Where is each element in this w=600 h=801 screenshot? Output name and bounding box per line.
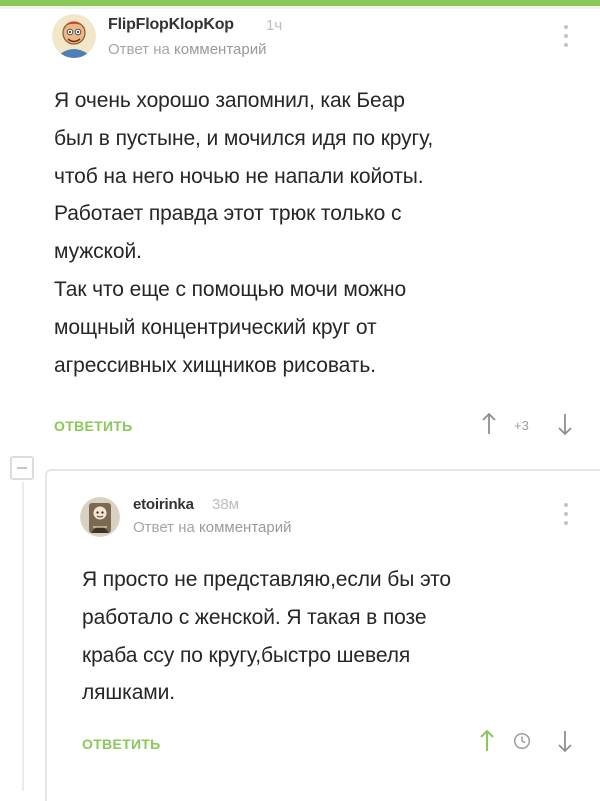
- arrow-down-icon[interactable]: [558, 412, 572, 436]
- clock-icon: [513, 732, 531, 750]
- reply-to-note[interactable]: Ответ на комментарий: [108, 41, 266, 58]
- rating-value: +3: [514, 418, 529, 433]
- arrow-down-icon[interactable]: [558, 729, 572, 753]
- comment-time: 38м: [212, 496, 239, 513]
- author-avatar[interactable]: [80, 497, 120, 537]
- arrow-up-icon[interactable]: [480, 729, 494, 753]
- reply-to-note[interactable]: Ответ на комментарий: [133, 519, 291, 536]
- reply-to-target[interactable]: комментарий: [174, 41, 266, 58]
- author-name[interactable]: FlipFlopKlopKop: [108, 16, 234, 34]
- top-shade: [0, 6, 600, 9]
- comment-body: Я очень хорошо запомнил, как Беар был в …: [54, 89, 434, 377]
- author-name[interactable]: etoirinka: [133, 496, 194, 513]
- reply-button[interactable]: ОТВЕТИТЬ: [82, 736, 161, 752]
- reply-to-prefix: Ответ на: [108, 41, 175, 58]
- thread-line: [22, 482, 24, 791]
- comment-body: Я просто не представляю,если бы это рабо…: [82, 568, 451, 705]
- reply-to-target[interactable]: комментарий: [199, 519, 291, 536]
- reply-to-prefix: Ответ на: [133, 519, 200, 536]
- more-vert-icon[interactable]: [563, 25, 569, 52]
- collapse-minus-icon[interactable]: [10, 456, 34, 480]
- reply-button[interactable]: ОТВЕТИТЬ: [54, 418, 133, 434]
- author-avatar[interactable]: [52, 14, 96, 58]
- more-vert-icon[interactable]: [563, 503, 569, 530]
- comment-time: 1ч: [266, 17, 283, 34]
- arrow-up-icon[interactable]: [482, 412, 496, 436]
